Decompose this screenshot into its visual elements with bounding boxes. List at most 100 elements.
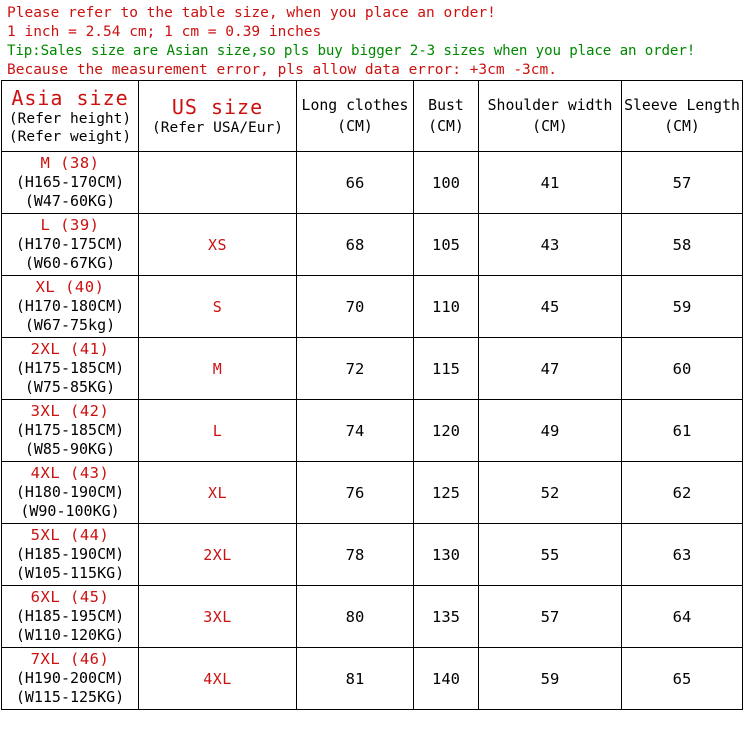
cell-us-size: XL [138,461,297,524]
cell-asia-size: XL (40) (H170-180CM) (W67-75kg) [1,275,139,338]
cell-asia-size: 7XL (46) (H190-200CM) (W115-125KG) [1,647,139,710]
notice-line-tip: Tip:Sales size are Asian size,so pls buy… [7,43,696,59]
asia-weight-range: (W60-67KG) [24,254,116,272]
cell-sleeve-length: 60 [621,337,743,400]
cell-bust: 110 [413,275,479,338]
cell-us-size: M [138,337,297,400]
asia-weight-range: (W85-90KG) [24,440,116,458]
asia-size-label: XL (40) [35,278,105,296]
asia-height-range: (H175-185CM) [15,359,125,377]
notice-block: Please refer to the table size, when you… [0,0,743,80]
asia-weight-range: (W75-85KG) [24,378,116,396]
table-row: 3XL (42) (H175-185CM) (W85-90KG) L 74 120 49 61 [1,399,743,462]
cell-long-clothes: 66 [296,151,414,214]
header-asia-size-title: Asia size [11,86,129,110]
table-row: L (39) (H170-175CM) (W60-67KG) XS 68 105 43 58 [1,213,743,276]
cell-bust: 135 [413,585,479,648]
asia-height-range: (H165-170CM) [15,173,125,191]
header-shoulder-width-title: Shoulder width [487,97,613,114]
header-sleeve-length-title: Sleeve Length [624,97,740,114]
header-long-clothes-unit: (CM) [337,118,373,135]
asia-size-label: L (39) [40,216,100,234]
cell-us-size: L [138,399,297,462]
asia-height-range: (H185-190CM) [15,545,125,563]
header-us-size: US size (Refer USA/Eur) [138,80,297,152]
cell-shoulder-width: 57 [478,585,622,648]
header-us-size-title: US size [171,95,264,119]
notice-line-error-margin: Because the measurement error, pls allow… [7,62,557,78]
cell-bust: 100 [413,151,479,214]
cell-sleeve-length: 62 [621,461,743,524]
asia-height-range: (H180-190CM) [15,483,125,501]
size-chart-table: Asia size (Refer height) (Refer weight) … [1,80,743,710]
asia-height-range: (H190-200CM) [15,669,125,687]
header-shoulder-width: Shoulder width (CM) [478,80,622,152]
cell-sleeve-length: 59 [621,275,743,338]
table-body: M (38) (H165-170CM) (W47-60KG) 66 100 41 57 L (… [1,151,743,710]
asia-size-label: 6XL (45) [30,588,110,606]
cell-sleeve-length: 64 [621,585,743,648]
asia-size-label: 5XL (44) [30,526,110,544]
header-sleeve-length: Sleeve Length (CM) [621,80,743,152]
cell-long-clothes: 68 [296,213,414,276]
table-row: 2XL (41) (H175-185CM) (W75-85KG) M 72 115 47 60 [1,337,743,400]
table-row: 6XL (45) (H185-195CM) (W110-120KG) 3XL 80 135… [1,585,743,648]
cell-us-size [138,151,297,214]
header-long-clothes: Long clothes (CM) [296,80,414,152]
cell-asia-size: M (38) (H165-170CM) (W47-60KG) [1,151,139,214]
cell-asia-size: 4XL (43) (H180-190CM) (W90-100KG) [1,461,139,524]
cell-us-size: S [138,275,297,338]
header-row: Asia size (Refer height) (Refer weight) … [1,80,743,152]
cell-asia-size: 6XL (45) (H185-195CM) (W110-120KG) [1,585,139,648]
notice-line-conversion: 1 inch = 2.54 cm; 1 cm = 0.39 inches [7,24,322,40]
table-row: XL (40) (H170-180CM) (W67-75kg) S 70 110 45 59 [1,275,743,338]
size-chart-page: Please refer to the table size, when you… [0,0,743,733]
header-bust: Bust (CM) [413,80,479,152]
cell-long-clothes: 74 [296,399,414,462]
cell-shoulder-width: 49 [478,399,622,462]
cell-us-size: XS [138,213,297,276]
header-long-clothes-title: Long clothes [301,97,409,114]
header-bust-unit: (CM) [428,118,464,135]
cell-bust: 120 [413,399,479,462]
cell-sleeve-length: 63 [621,523,743,586]
cell-asia-size: 5XL (44) (H185-190CM) (W105-115KG) [1,523,139,586]
asia-height-range: (H175-185CM) [15,421,125,439]
asia-weight-range: (W90-100KG) [20,502,120,520]
cell-us-size: 4XL [138,647,297,710]
table-header: Asia size (Refer height) (Refer weight) … [1,80,743,152]
asia-height-range: (H185-195CM) [15,607,125,625]
cell-us-size: 3XL [138,585,297,648]
cell-asia-size: 2XL (41) (H175-185CM) (W75-85KG) [1,337,139,400]
cell-asia-size: 3XL (42) (H175-185CM) (W85-90KG) [1,399,139,462]
asia-weight-range: (W105-115KG) [15,564,125,582]
cell-bust: 140 [413,647,479,710]
cell-long-clothes: 78 [296,523,414,586]
asia-size-label: M (38) [40,154,100,172]
asia-size-label: 2XL (41) [30,340,110,358]
cell-shoulder-width: 55 [478,523,622,586]
asia-weight-range: (W67-75kg) [24,316,116,334]
cell-shoulder-width: 45 [478,275,622,338]
cell-long-clothes: 72 [296,337,414,400]
table-row: 5XL (44) (H185-190CM) (W105-115KG) 2XL 78 130… [1,523,743,586]
cell-bust: 130 [413,523,479,586]
asia-weight-range: (W115-125KG) [15,688,125,706]
header-us-size-sub: (Refer USA/Eur) [152,120,283,136]
cell-bust: 115 [413,337,479,400]
asia-height-range: (H170-180CM) [15,297,125,315]
asia-weight-range: (W47-60KG) [24,192,116,210]
notice-line-refer-table: Please refer to the table size, when you… [7,5,496,21]
header-asia-size-sub-height: (Refer height) [8,111,132,127]
table-row: 7XL (46) (H190-200CM) (W115-125KG) 4XL 81 140… [1,647,743,710]
cell-sleeve-length: 57 [621,151,743,214]
cell-shoulder-width: 52 [478,461,622,524]
cell-us-size: 2XL [138,523,297,586]
table-row: M (38) (H165-170CM) (W47-60KG) 66 100 41 57 [1,151,743,214]
cell-long-clothes: 81 [296,647,414,710]
header-sleeve-length-unit: (CM) [664,118,700,135]
cell-long-clothes: 70 [296,275,414,338]
table-row: 4XL (43) (H180-190CM) (W90-100KG) XL 76 125 52… [1,461,743,524]
cell-sleeve-length: 65 [621,647,743,710]
cell-shoulder-width: 47 [478,337,622,400]
